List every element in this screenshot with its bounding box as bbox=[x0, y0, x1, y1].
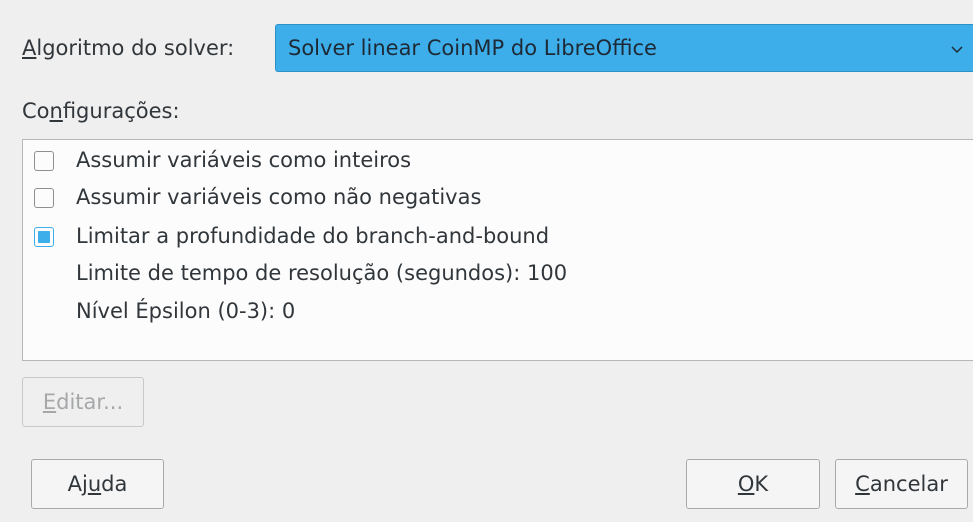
solver-algorithm-selected: Solver linear CoinMP do LibreOffice bbox=[288, 36, 657, 60]
setting-label: Limitar a profundidade do branch-and-bou… bbox=[76, 224, 550, 248]
integer-variables-checkbox[interactable] bbox=[34, 151, 54, 171]
cancel-button[interactable]: Cancelar bbox=[835, 459, 968, 509]
ok-button[interactable]: OK bbox=[686, 459, 820, 509]
setting-row-time-limit[interactable]: Limite de tempo de resolução (segundos):… bbox=[23, 255, 973, 292]
setting-label: Assumir variáveis como não negativas bbox=[76, 185, 482, 209]
setting-row-non-negative-variables[interactable]: Assumir variáveis como não negativas bbox=[23, 179, 973, 216]
edit-button-label: Editar... bbox=[42, 390, 124, 414]
non-negative-variables-checkbox[interactable] bbox=[34, 188, 54, 208]
setting-label: Limite de tempo de resolução (segundos):… bbox=[76, 261, 568, 285]
help-button-label: Ajuda bbox=[67, 472, 128, 496]
setting-row-branch-and-bound-depth[interactable]: Limitar a profundidade do branch-and-bou… bbox=[23, 218, 973, 255]
help-button[interactable]: Ajuda bbox=[31, 459, 164, 509]
settings-list[interactable]: Assumir variáveis como inteiros Assumir … bbox=[22, 139, 973, 361]
cancel-button-label: Cancelar bbox=[855, 472, 948, 496]
chevron-down-icon bbox=[951, 46, 963, 54]
settings-label: Configurações: bbox=[22, 99, 180, 123]
solver-algorithm-label: Algoritmo do solver: bbox=[22, 36, 235, 60]
setting-row-epsilon-level[interactable]: Nível Épsilon (0-3): 0 bbox=[23, 293, 973, 330]
edit-button[interactable]: Editar... bbox=[22, 377, 144, 427]
ok-button-label: OK bbox=[737, 472, 769, 496]
solver-algorithm-combobox[interactable]: Solver linear CoinMP do LibreOffice bbox=[275, 24, 973, 72]
setting-label: Nível Épsilon (0-3): 0 bbox=[76, 299, 296, 323]
branch-and-bound-depth-checkbox[interactable] bbox=[34, 227, 54, 247]
setting-row-integer-variables[interactable]: Assumir variáveis como inteiros bbox=[23, 142, 973, 179]
setting-label: Assumir variáveis como inteiros bbox=[76, 148, 412, 172]
